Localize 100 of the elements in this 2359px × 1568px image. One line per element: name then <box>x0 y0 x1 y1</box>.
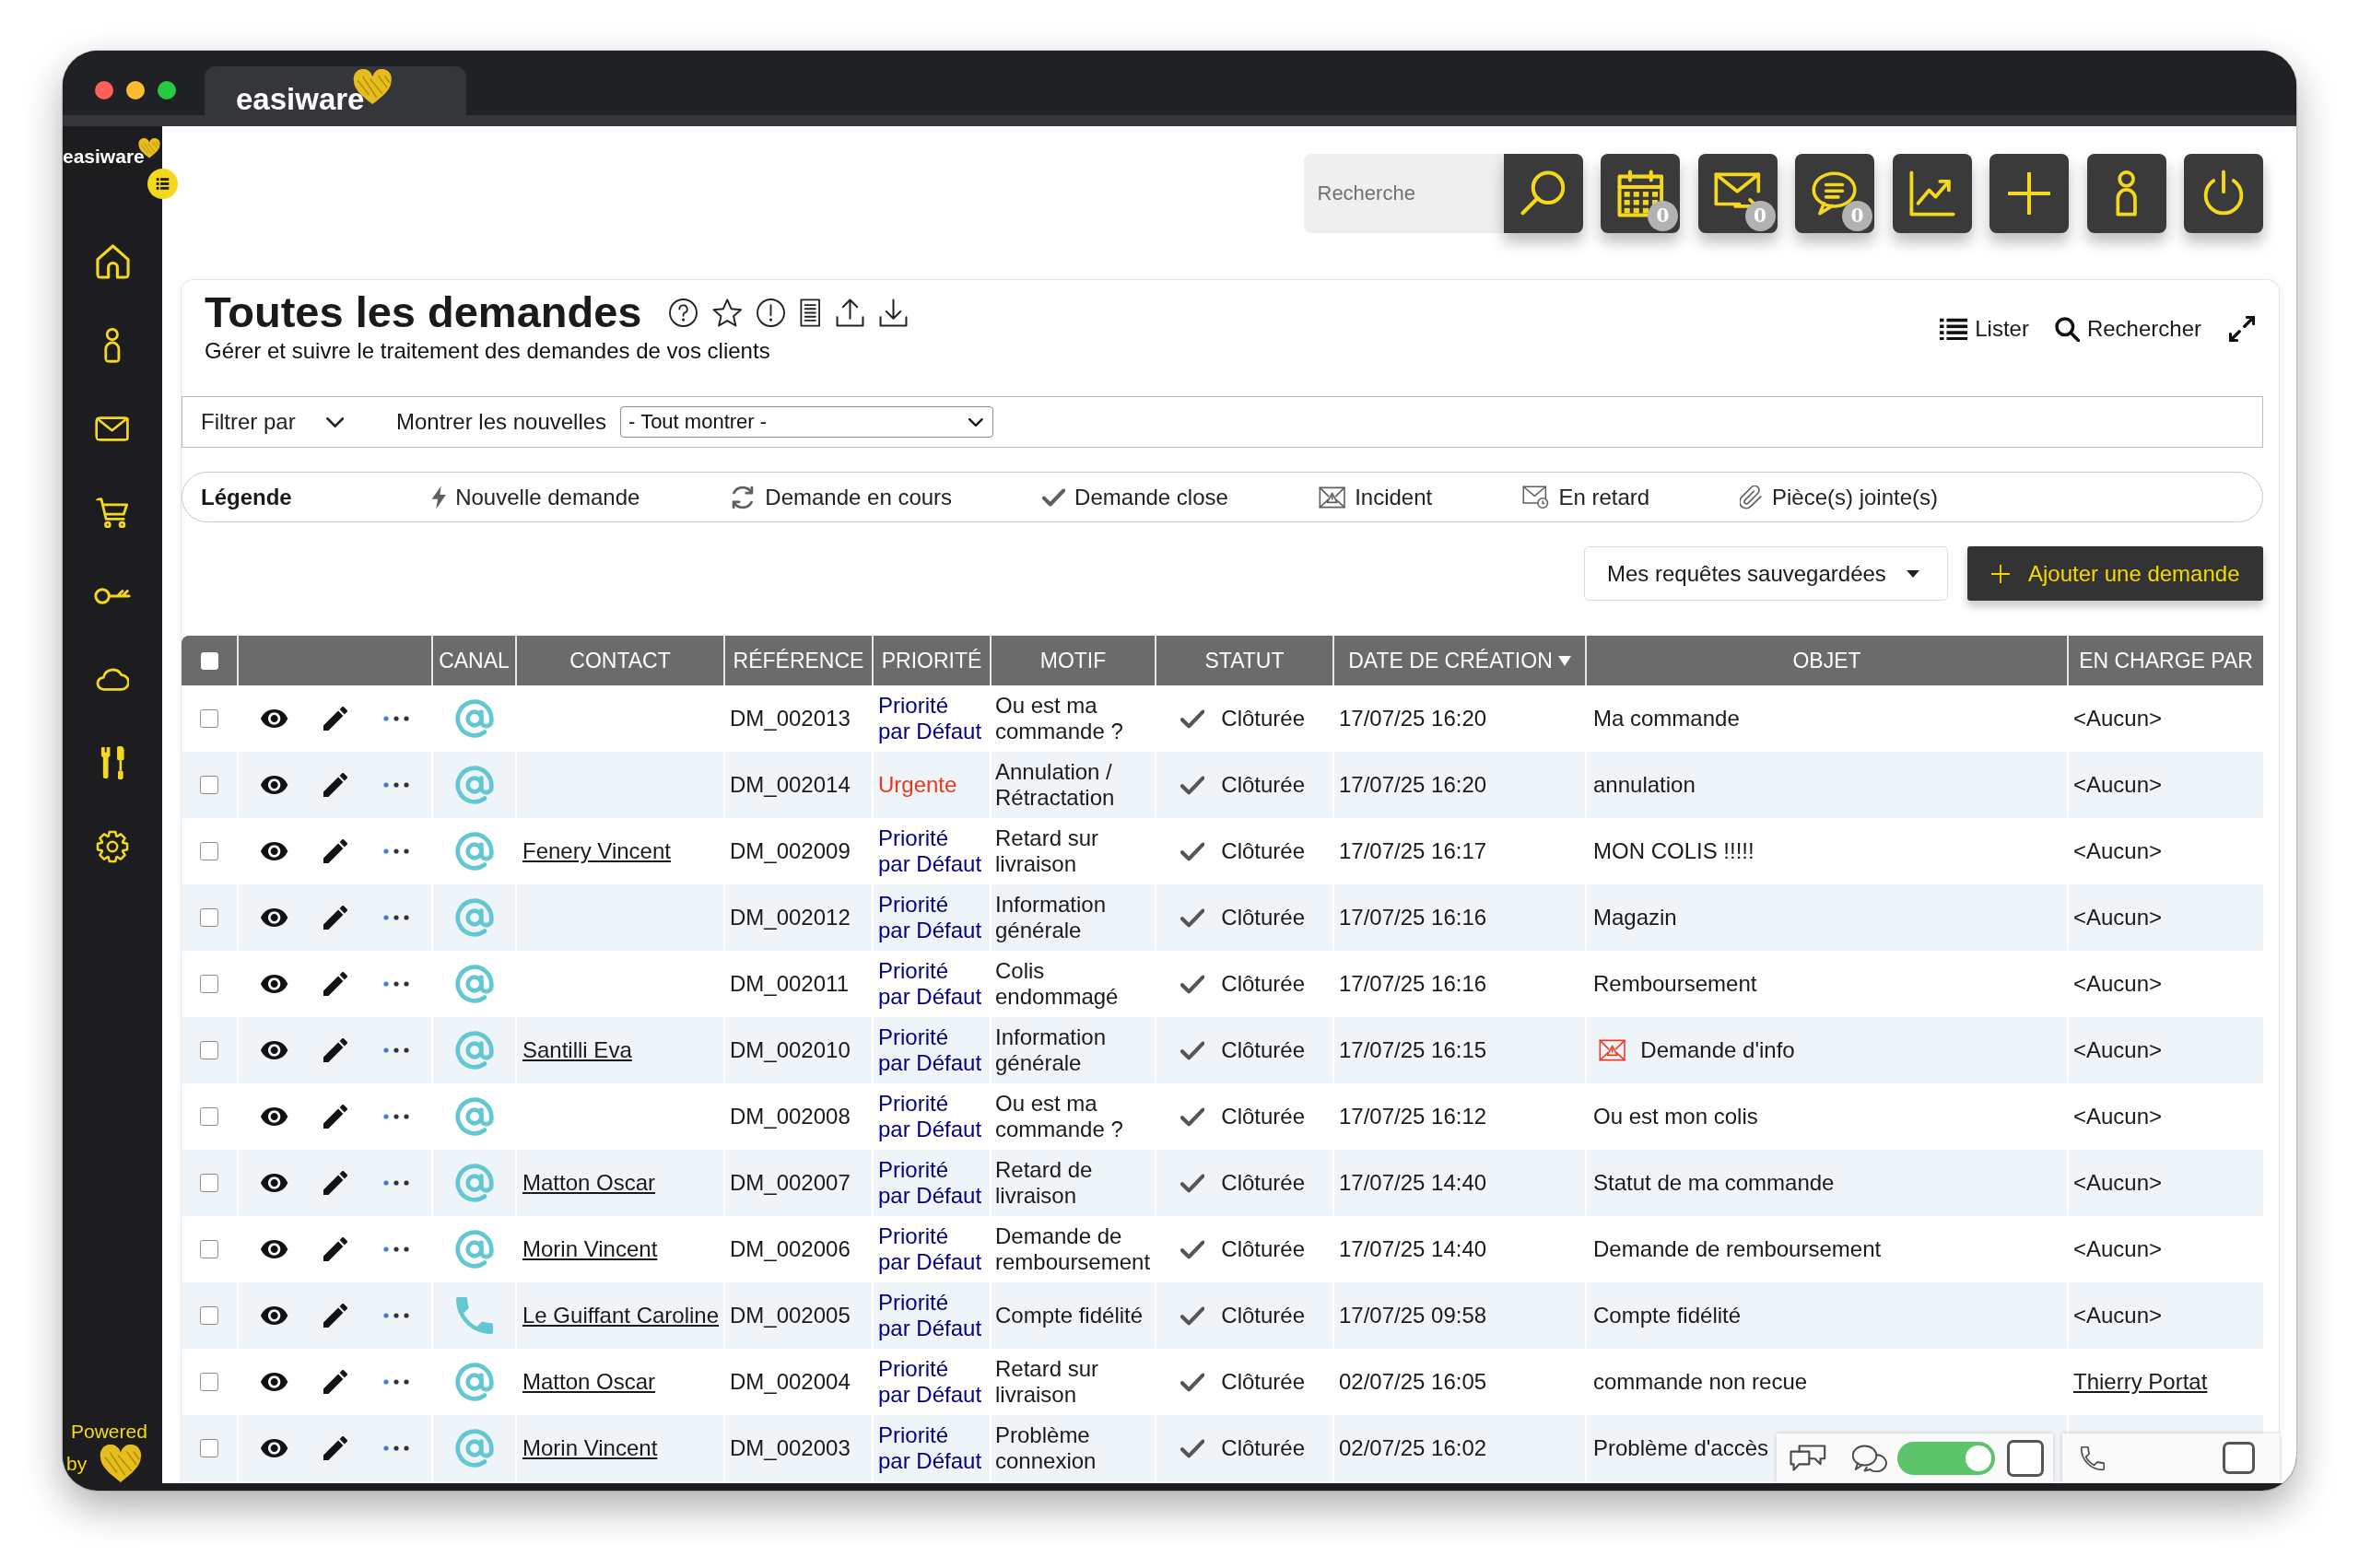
row-checkbox[interactable] <box>200 908 218 927</box>
download-icon[interactable] <box>878 298 908 327</box>
check-icon <box>1180 841 1205 861</box>
eye-icon[interactable] <box>261 1439 288 1457</box>
filter-toggle[interactable]: Filtrer par <box>201 409 344 435</box>
eye-icon[interactable] <box>261 1107 288 1126</box>
saved-queries-button[interactable]: Mes requêtes sauvegardées <box>1584 546 1948 601</box>
chat-bubbles-icon[interactable] <box>1851 1444 1888 1472</box>
ellipsis-icon[interactable] <box>382 782 409 788</box>
search-icon <box>2054 316 2080 342</box>
question-circle-icon[interactable] <box>668 298 698 327</box>
contact-link[interactable]: Matton Oscar <box>522 1369 656 1394</box>
eye-icon[interactable] <box>261 776 288 794</box>
account-button[interactable] <box>2086 154 2166 233</box>
upload-icon[interactable] <box>835 298 864 327</box>
ellipsis-icon[interactable] <box>382 1114 409 1119</box>
count-badge: 0 <box>1842 201 1872 231</box>
exclamation-circle-icon[interactable] <box>757 298 785 327</box>
pencil-icon[interactable] <box>323 1237 348 1261</box>
row-checkbox[interactable] <box>200 1439 218 1457</box>
eye-icon[interactable] <box>261 709 288 728</box>
eye-icon[interactable] <box>261 1373 288 1391</box>
assignee-link[interactable]: Thierry Portat <box>2073 1369 2208 1394</box>
pencil-icon[interactable] <box>323 1171 348 1195</box>
ellipsis-icon[interactable] <box>382 848 409 854</box>
row-checkbox[interactable] <box>200 1373 218 1391</box>
pencil-icon[interactable] <box>323 906 348 930</box>
chevron-down-icon <box>968 417 984 427</box>
checkbox[interactable] <box>2223 1442 2255 1474</box>
row-checkbox[interactable] <box>200 1041 218 1059</box>
envelope-icon[interactable] <box>95 415 130 441</box>
eye-icon[interactable] <box>261 842 288 860</box>
assignee-text: <Aucun> <box>2073 971 2163 996</box>
row-checkbox[interactable] <box>200 776 218 794</box>
eye-icon[interactable] <box>261 1306 288 1325</box>
power-button[interactable] <box>2184 154 2263 233</box>
pencil-icon[interactable] <box>323 1304 348 1328</box>
ellipsis-icon[interactable] <box>382 915 409 920</box>
pencil-icon[interactable] <box>323 1105 348 1129</box>
cloud-icon[interactable] <box>95 667 130 692</box>
eye-icon[interactable] <box>261 908 288 927</box>
list-view-button[interactable]: Lister <box>1940 316 2029 342</box>
pencil-icon[interactable] <box>323 1038 348 1062</box>
toggle-switch[interactable] <box>1896 1441 1995 1475</box>
window-zoom-icon[interactable] <box>158 81 176 99</box>
pencil-icon[interactable] <box>323 1370 348 1394</box>
check-icon <box>1180 1305 1205 1326</box>
row-checkbox[interactable] <box>200 709 218 728</box>
row-checkbox[interactable] <box>200 1306 218 1325</box>
ellipsis-icon[interactable] <box>382 1246 409 1252</box>
status-text: Clôturée <box>1221 1236 1305 1262</box>
ellipsis-icon[interactable] <box>382 981 409 987</box>
home-icon[interactable] <box>95 244 130 279</box>
row-checkbox[interactable] <box>200 1174 218 1192</box>
contact-link[interactable]: Morin Vincent <box>522 1236 658 1261</box>
row-checkbox[interactable] <box>200 1240 218 1258</box>
star-icon[interactable] <box>711 298 742 327</box>
expand-icon[interactable] <box>2229 316 2255 342</box>
ellipsis-icon[interactable] <box>382 1047 409 1053</box>
gear-icon[interactable] <box>96 829 129 863</box>
priority-text: Priorité par Défaut <box>878 693 983 744</box>
checkbox[interactable] <box>2006 1439 2044 1477</box>
key-icon[interactable] <box>94 586 131 605</box>
phone-icon[interactable] <box>2081 1445 2105 1470</box>
column-header[interactable]: OBJET <box>1792 648 1861 673</box>
row-checkbox[interactable] <box>200 1107 218 1126</box>
ellipsis-icon[interactable] <box>382 1445 409 1451</box>
cart-icon[interactable] <box>95 497 130 528</box>
document-icon[interactable] <box>800 298 821 327</box>
eye-icon[interactable] <box>261 1041 288 1059</box>
window-minimize-icon[interactable] <box>126 81 145 99</box>
ellipsis-icon[interactable] <box>382 1180 409 1186</box>
select-all-checkbox[interactable] <box>200 651 218 670</box>
speech-bubbles-icon[interactable] <box>1790 1445 1826 1471</box>
ellipsis-icon[interactable] <box>382 716 409 721</box>
pencil-icon[interactable] <box>323 707 348 731</box>
eye-icon[interactable] <box>261 1240 288 1258</box>
statistics-button[interactable] <box>1892 154 1972 233</box>
contact-link[interactable]: Fenery Vincent <box>522 838 671 863</box>
search-button[interactable] <box>1503 154 1583 233</box>
pencil-icon[interactable] <box>323 972 348 996</box>
pencil-icon[interactable] <box>323 839 348 863</box>
window-close-icon[interactable] <box>95 81 113 99</box>
add-button[interactable] <box>1989 154 2069 233</box>
search-field[interactable]: Recherche <box>1303 154 1504 233</box>
pencil-icon[interactable] <box>323 773 348 797</box>
contact-link[interactable]: Santilli Eva <box>522 1037 632 1062</box>
person-icon[interactable] <box>104 327 121 363</box>
eye-icon[interactable] <box>261 1174 288 1192</box>
eye-icon[interactable] <box>261 975 288 993</box>
browser-tab[interactable]: easiware <box>205 66 466 115</box>
search-link[interactable]: Rechercher <box>2054 316 2201 342</box>
ellipsis-icon[interactable] <box>382 1313 409 1318</box>
dropdown-field[interactable]: - Tout montrer - <box>620 406 994 438</box>
ellipsis-icon[interactable] <box>382 1379 409 1385</box>
pencil-icon[interactable] <box>323 1436 348 1460</box>
row-checkbox[interactable] <box>200 975 218 993</box>
tools-icon[interactable] <box>100 745 125 781</box>
add-request-button[interactable]: Ajouter une demande <box>1967 546 2263 601</box>
row-checkbox[interactable] <box>200 842 218 860</box>
